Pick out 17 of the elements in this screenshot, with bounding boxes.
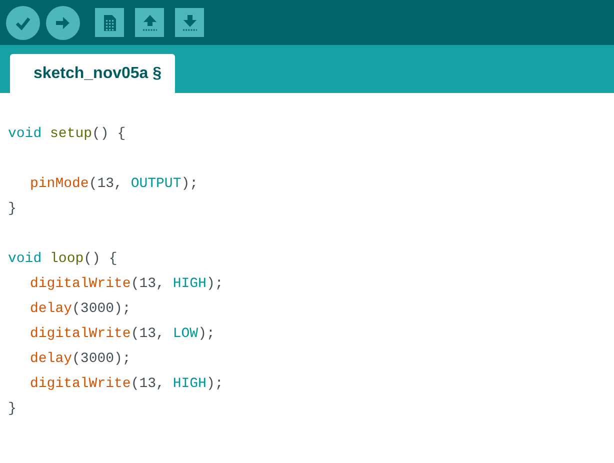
code-editor[interactable]: void setup() { pinMode(13, OUTPUT); } void loop() { digitalWrite(13, HIGH); delay(3000); digitalWrite(13, LOW); delay(3000); digitalWrite(13, HIGH); } <box>0 93 614 422</box>
code-line: void loop() { <box>8 251 118 267</box>
toolbar-button[interactable] <box>175 8 204 37</box>
code-line: } <box>8 201 16 217</box>
code-line: digitalWrite(13, HIGH); <box>30 276 224 292</box>
code-line: void setup() { <box>8 126 126 142</box>
code-line: delay(3000); <box>30 351 131 367</box>
code-line: } <box>8 401 16 417</box>
code-line: digitalWrite(13, HIGH); <box>30 376 224 392</box>
toolbar-button[interactable] <box>6 6 40 40</box>
code-line: pinMode(13, OUTPUT); <box>30 176 198 192</box>
code-line: delay(3000); <box>30 301 131 317</box>
code-line: digitalWrite(13, LOW); <box>30 326 215 342</box>
toolbar-button[interactable] <box>95 8 124 37</box>
toolbar-button[interactable] <box>46 6 80 40</box>
toolbar-button[interactable] <box>135 8 164 37</box>
sketch-tab[interactable]: sketch_nov05a § <box>10 54 175 93</box>
